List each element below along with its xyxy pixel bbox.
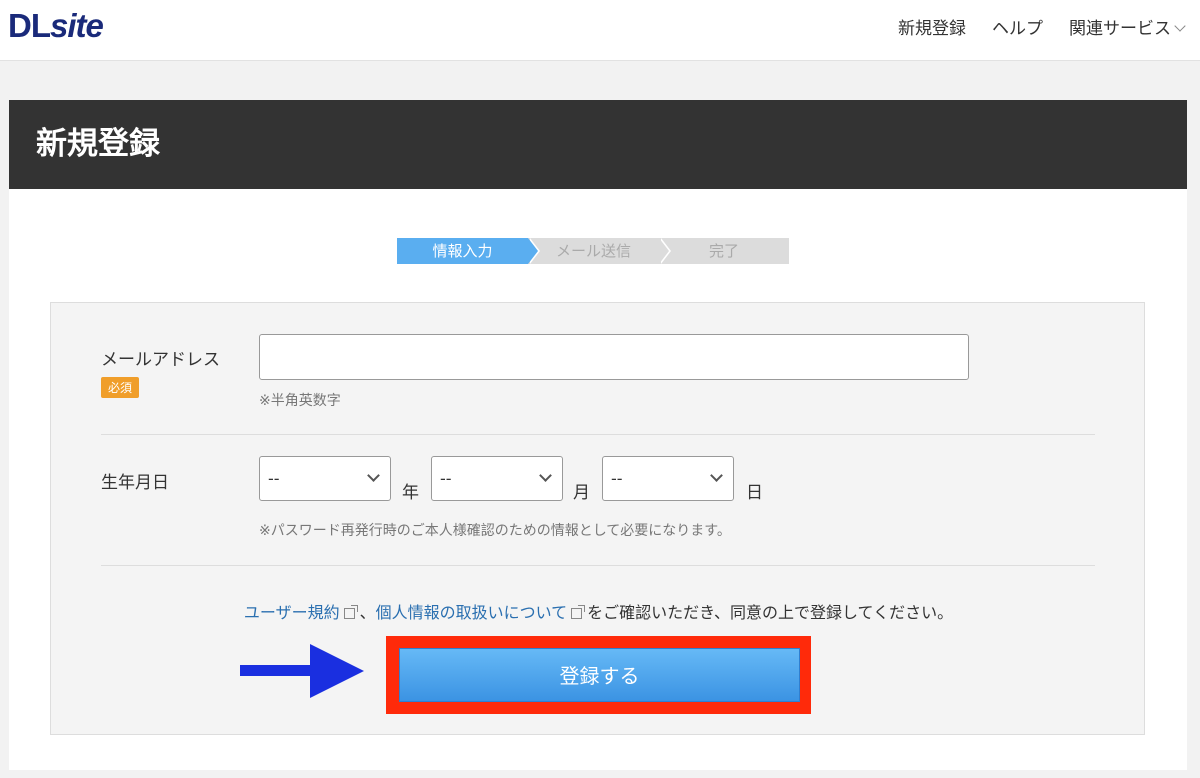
nav-help-link[interactable]: ヘルプ [992, 14, 1043, 39]
birthday-label: 生年月日 [101, 473, 169, 493]
birth-day-value: -- [611, 469, 623, 488]
nav-register-link[interactable]: 新規登録 [898, 14, 966, 39]
chevron-down-icon [1174, 20, 1186, 32]
month-unit: 月 [573, 483, 590, 503]
birth-month-select[interactable]: -- [431, 456, 563, 501]
step-arrow [659, 238, 669, 264]
year-unit: 年 [402, 483, 419, 503]
terms-link[interactable]: ユーザー規約 [244, 603, 340, 622]
step-arrow [528, 238, 538, 264]
agreement-separator: 、 [359, 603, 376, 622]
nav-services-label: 関連サービス [1069, 19, 1171, 39]
divider [101, 434, 1095, 435]
step-label: 完了 [708, 242, 739, 260]
chevron-down-icon [539, 469, 552, 482]
agreement-text: ユーザー規約 、個人情報の取扱いについて をご確認いただき、同意の上で登録してくださ… [51, 599, 1146, 623]
agreement-suffix: をご確認いただき、同意の上で登録してください。 [587, 603, 954, 622]
site-header: DLsite 新規登録 ヘルプ 関連サービス [0, 0, 1200, 61]
step-label: 情報入力 [432, 242, 493, 260]
logo-text-rest: site [50, 7, 104, 44]
birth-year-value: -- [268, 469, 280, 488]
email-input[interactable] [259, 334, 969, 380]
step-complete: 完了 [659, 238, 789, 264]
privacy-link[interactable]: 個人情報の取扱いについて [376, 603, 568, 622]
nav-services-menu[interactable]: 関連サービス [1069, 14, 1186, 39]
register-submit-button[interactable]: 登録する [399, 648, 800, 702]
step-label: メール送信 [555, 242, 631, 260]
birth-year-select[interactable]: -- [259, 456, 391, 501]
annotation-arrow-icon [240, 644, 364, 698]
birth-day-select[interactable]: -- [602, 456, 734, 501]
chevron-down-icon [367, 469, 380, 482]
page-title: 新規登録 [9, 100, 1187, 189]
dlsite-logo[interactable]: DLsite [8, 6, 104, 46]
divider [101, 565, 1095, 566]
header-nav: 新規登録 ヘルプ 関連サービス [898, 14, 1186, 39]
day-unit: 日 [746, 483, 763, 503]
external-link-icon [343, 605, 358, 619]
step-info-input: 情報入力 [397, 238, 540, 264]
birthday-hint: ※パスワード再発行時のご本人様確認のための情報として必要になります。 [259, 523, 731, 539]
progress-steps: 情報入力 メール送信 完了 [397, 238, 789, 264]
birth-month-value: -- [440, 469, 452, 488]
logo-text-main: DL [8, 7, 51, 44]
email-label: メールアドレス [101, 350, 220, 370]
step-mail-sent: メール送信 [528, 238, 671, 264]
chevron-down-icon [710, 469, 723, 482]
external-link-icon [571, 605, 586, 619]
email-hint: ※半角英数字 [259, 393, 341, 409]
required-badge: 必須 [101, 377, 140, 398]
